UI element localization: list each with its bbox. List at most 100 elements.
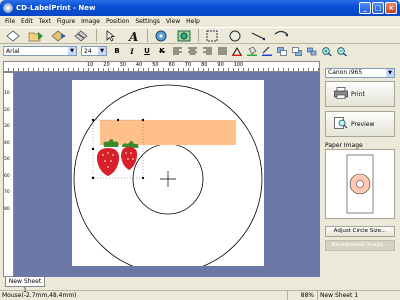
ruler-tick-label: 30 (119, 62, 126, 68)
ruler-tick-label: 60 (168, 62, 175, 68)
menu-help[interactable]: Help (183, 18, 203, 25)
app-disc-icon (3, 3, 13, 13)
close-button[interactable]: × (385, 2, 397, 14)
menu-bar: File Edit Text Figure Image Position Set… (0, 16, 400, 26)
rectangle-tool-icon[interactable] (203, 29, 221, 43)
cd-label-drawing[interactable] (72, 80, 264, 274)
horizontal-ruler: 10 20 30 40 50 60 70 80 90 100 (3, 61, 320, 72)
fill-color-icon[interactable] (246, 46, 258, 56)
strikethrough-button[interactable]: K (156, 46, 168, 56)
title-bar: CD-LabelPrint - New _ □ × (0, 0, 400, 16)
zoom-level: 88% (288, 291, 318, 300)
maximize-button[interactable]: □ (372, 2, 384, 14)
menu-position[interactable]: Position (103, 18, 132, 25)
bring-front-icon[interactable] (276, 46, 288, 56)
menu-image[interactable]: Image (78, 18, 103, 25)
line-tool-icon[interactable] (249, 29, 267, 43)
preview-icon (334, 116, 348, 132)
ruler-tick-label: 20 (4, 107, 10, 113)
font-select-value: Arial (6, 47, 20, 55)
justify-icon[interactable] (216, 46, 228, 56)
text-color-icon[interactable] (231, 46, 243, 56)
disc-icon[interactable] (152, 29, 170, 43)
menu-text[interactable]: Text (36, 18, 54, 25)
chevron-down-icon: ▼ (68, 47, 76, 55)
open-icon[interactable] (27, 29, 45, 43)
label-page[interactable] (72, 80, 264, 274)
ruler-tick-label: 70 (4, 190, 10, 195)
print-button[interactable]: Print (325, 81, 395, 107)
font-size-select[interactable]: 24 ▼ (81, 46, 107, 56)
ruler-ticks: 10 20 30 40 50 60 70 80 (4, 73, 13, 276)
status-sheet-name: New Sheet 1 (320, 292, 359, 299)
window-title: CD-LabelPrint - New (16, 4, 96, 12)
select-arrow-icon[interactable] (101, 29, 119, 43)
send-back-icon[interactable] (291, 46, 303, 56)
ruler-tick-label: 40 (135, 62, 143, 68)
group-icon[interactable] (306, 46, 318, 56)
adjust-circle-size-button[interactable]: Adjust Circle Size... (325, 226, 395, 237)
minimize-button[interactable]: _ (359, 2, 371, 14)
ruler-tick-label: 70 (184, 62, 192, 68)
design-canvas[interactable] (14, 72, 320, 277)
ruler-ticks: 10 20 30 40 50 60 70 80 90 100 (4, 62, 319, 70)
background-image-button[interactable]: Background Image... (325, 240, 395, 251)
mouse-position: Mouse(-2.7mm,48.4mm) (0, 291, 288, 300)
ruler-tick-label: 60 (4, 173, 10, 179)
ruler-tick-label: 40 (4, 140, 10, 146)
center-crosshair-icon (160, 171, 176, 187)
menu-file[interactable]: File (2, 18, 18, 25)
ruler-tick-label: 80 (201, 62, 208, 68)
ruler-tick-label: 50 (4, 157, 10, 162)
ruler-tick-label: 10 (4, 91, 10, 96)
status-bar: Mouse(-2.7mm,48.4mm) 88% New Sheet 1 (0, 290, 400, 300)
paper-preview (325, 149, 395, 219)
preview-label: Preview (351, 120, 375, 128)
import-image-icon[interactable] (175, 29, 193, 43)
toolbar-separator (96, 29, 97, 42)
right-panel: Canon i965 ▼ Print Preview Paper Image A… (322, 61, 400, 290)
menu-edit[interactable]: Edit (18, 18, 36, 25)
ruler-tick-label: 20 (103, 62, 110, 68)
menu-figure[interactable]: Figure (54, 18, 78, 25)
printer-icon (334, 86, 348, 102)
zoom-in-icon[interactable] (321, 46, 333, 56)
toolbar-separator (147, 29, 148, 42)
italic-button[interactable]: I (126, 46, 138, 56)
toolbar-separator (198, 29, 199, 42)
save-icon[interactable] (50, 29, 68, 43)
printer-select[interactable]: Canon i965 ▼ (325, 68, 395, 78)
ruler-tick-label: 30 (4, 124, 10, 129)
font-size-value: 24 (84, 47, 92, 55)
text-tool-icon[interactable]: A (124, 29, 142, 43)
chevron-down-icon: ▼ (98, 47, 106, 55)
align-right-icon[interactable] (201, 46, 213, 56)
ellipse-tool-icon[interactable] (226, 29, 244, 43)
align-left-icon[interactable] (171, 46, 183, 56)
label-rectangle[interactable] (100, 120, 236, 145)
line-color-icon[interactable] (261, 46, 273, 56)
export-icon[interactable] (73, 29, 91, 43)
paper-image-label: Paper Image (325, 142, 363, 149)
underline-button[interactable]: U (141, 46, 153, 56)
main-toolbar: A (0, 27, 400, 44)
menu-view[interactable]: View (163, 18, 183, 25)
print-label: Print (351, 90, 365, 98)
sheet-tab-bar: New Sheet 1 (3, 277, 320, 294)
ruler-tick-label: 90 (217, 62, 224, 68)
preview-button[interactable]: Preview (325, 111, 395, 137)
menu-settings[interactable]: Settings (132, 18, 163, 25)
font-select[interactable]: Arial ▼ (3, 46, 77, 56)
sheet-tab[interactable]: New Sheet 1 (5, 277, 45, 294)
arc-tool-icon[interactable] (272, 29, 290, 43)
align-center-icon[interactable] (186, 46, 198, 56)
bold-button[interactable]: B (111, 46, 123, 56)
ruler-tick-label: 80 (4, 206, 10, 212)
printer-select-value: Canon i965 (328, 69, 363, 76)
zoom-out-icon[interactable] (336, 46, 348, 56)
new-label-icon[interactable] (4, 29, 22, 43)
ruler-tick-label: 100 (233, 62, 244, 68)
vertical-ruler: 10 20 30 40 50 60 70 80 (3, 72, 14, 277)
ruler-tick-label: 50 (152, 62, 159, 68)
chevron-down-icon: ▼ (386, 69, 394, 77)
